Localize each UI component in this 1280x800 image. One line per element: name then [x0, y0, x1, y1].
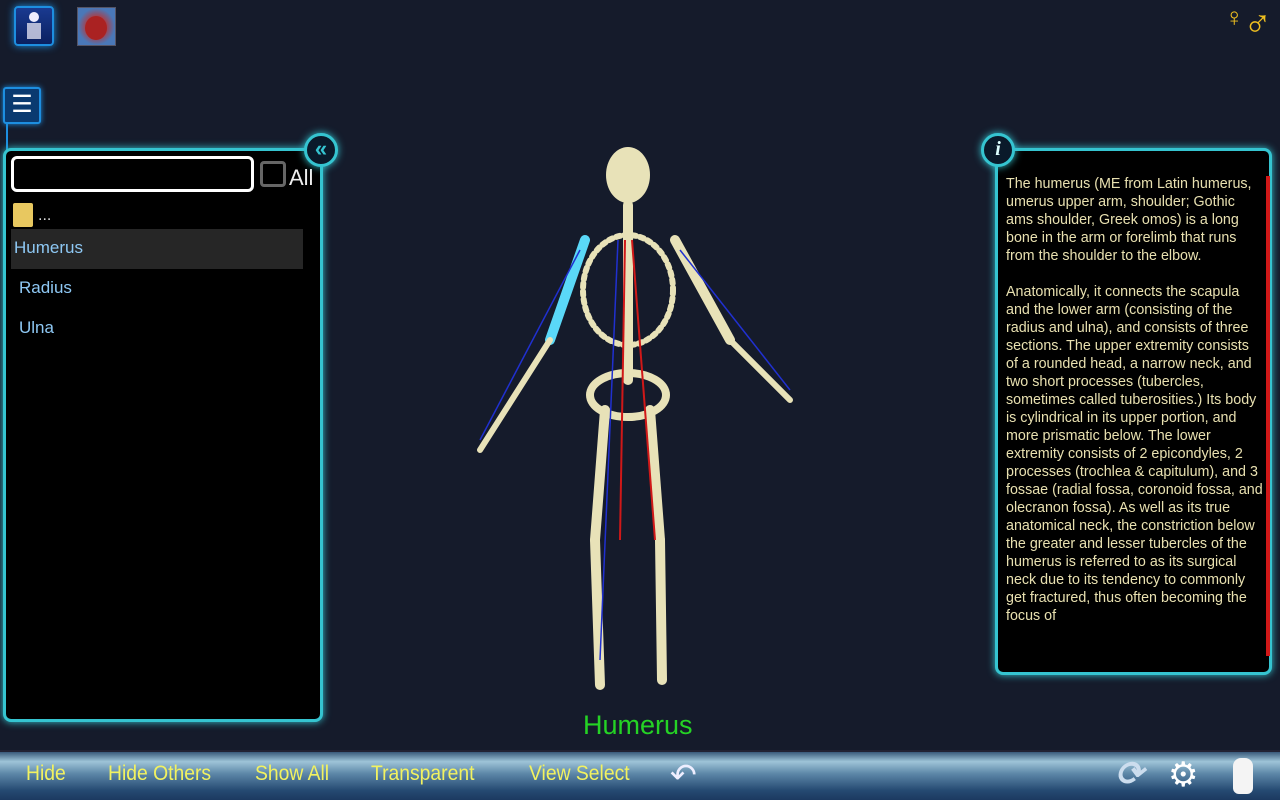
hand-pointer-icon[interactable] — [1233, 758, 1253, 794]
parts-list-panel: All ... Humerus Radius Ulna — [3, 148, 323, 722]
parent-folder-link[interactable]: ... — [38, 207, 51, 225]
heart-icon — [85, 16, 107, 40]
undo-arrow-icon[interactable]: ↶ — [670, 756, 697, 794]
folder-icon[interactable] — [13, 203, 33, 227]
double-chevron-left-icon: « — [314, 136, 328, 161]
hide-button[interactable]: Hide — [26, 762, 66, 786]
gender-female-icon[interactable]: ♀ — [1225, 2, 1245, 33]
info-panel: The humerus (ME from Latin humerus, umer… — [995, 148, 1272, 675]
skeleton-3d-model[interactable] — [440, 140, 820, 720]
list-item-ulna[interactable]: Ulna — [11, 309, 303, 349]
all-label: All — [289, 165, 314, 190]
connector-line — [6, 124, 8, 150]
view-select-button[interactable]: View Select — [529, 762, 630, 786]
info-button[interactable]: i — [981, 133, 1015, 167]
list-item-radius[interactable]: Radius — [11, 269, 303, 309]
list-menu-button[interactable]: ☰ — [3, 87, 41, 124]
list-item-humerus[interactable]: Humerus — [11, 229, 303, 269]
skeleton-icon — [27, 12, 41, 39]
show-all-button[interactable]: Show All — [255, 762, 329, 786]
bottom-toolbar: Hide Hide Others Show All Transparent Vi… — [0, 750, 1280, 800]
hide-others-button[interactable]: Hide Others — [108, 762, 211, 786]
info-scrollbar[interactable] — [1266, 176, 1270, 656]
list-icon: ☰ — [11, 91, 33, 118]
rotate-reset-icon[interactable]: ⟳ — [1115, 754, 1144, 794]
info-text: The humerus (ME from Latin humerus, umer… — [1006, 176, 1263, 624]
gender-male-icon[interactable]: ♂ — [1244, 2, 1273, 45]
all-checkbox[interactable] — [260, 161, 286, 187]
skeleton-system-button[interactable] — [14, 6, 54, 46]
collapse-panel-button[interactable]: « — [304, 133, 338, 167]
search-input[interactable] — [11, 156, 254, 192]
info-icon: i — [995, 138, 1001, 160]
transparent-button[interactable]: Transparent — [371, 762, 474, 786]
settings-gear-icon[interactable]: ⚙ — [1168, 755, 1198, 795]
circulatory-system-button[interactable] — [77, 7, 116, 46]
selected-part-label: Humerus — [583, 710, 693, 740]
